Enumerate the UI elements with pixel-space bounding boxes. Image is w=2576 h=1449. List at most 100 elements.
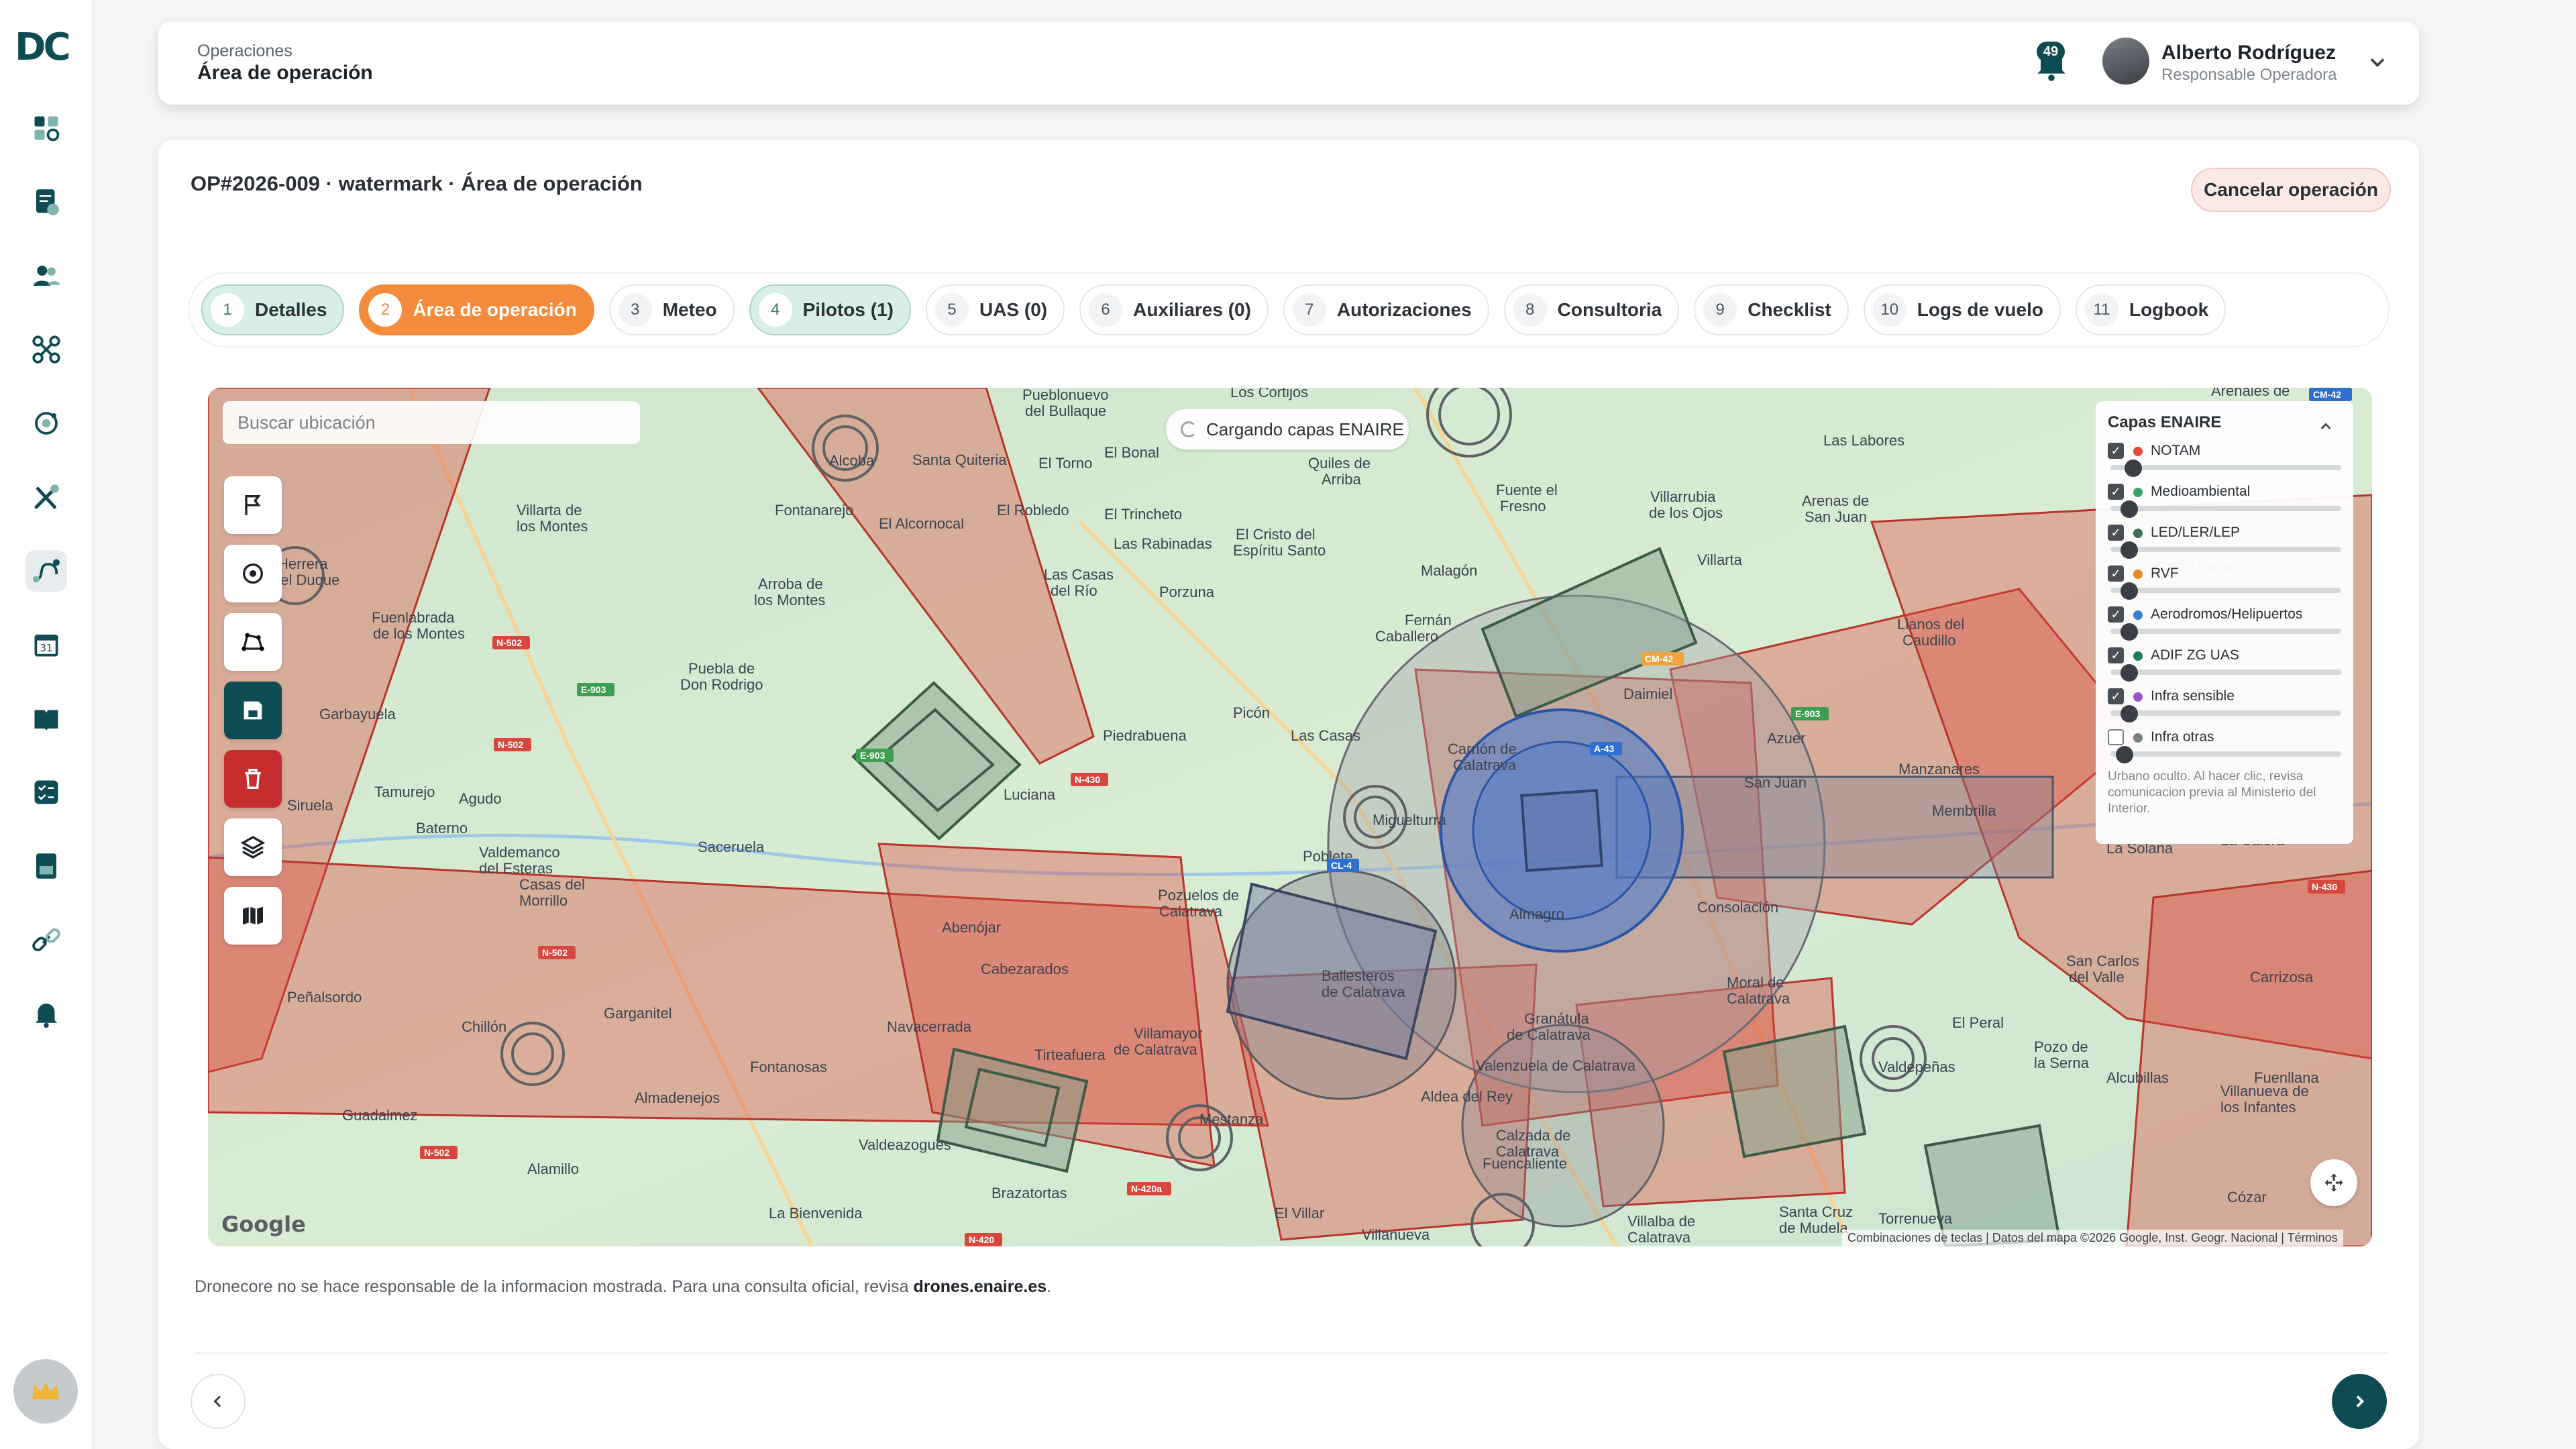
tools-icon[interactable] xyxy=(25,476,67,518)
svg-text:Valdeazogues: Valdeazogues xyxy=(859,1136,951,1153)
tab-auxiliares-0[interactable]: 6 Auxiliares (0) xyxy=(1079,284,1269,335)
svg-text:Tamurejo: Tamurejo xyxy=(374,784,435,800)
enaire-link[interactable]: drones.enaire.es xyxy=(913,1277,1046,1296)
svg-text:Carrión de: Carrión de xyxy=(1448,741,1517,757)
satellite-icon[interactable] xyxy=(25,402,67,444)
logbook-icon[interactable] xyxy=(25,845,67,887)
tab-label: Consultoria xyxy=(1557,299,1662,320)
svg-text:Calatrava: Calatrava xyxy=(1453,757,1517,773)
dashboard-icon[interactable] xyxy=(25,107,67,149)
tab-checklist[interactable]: 9 Checklist xyxy=(1694,284,1849,335)
layer-checkbox[interactable]: ✓ xyxy=(2108,484,2124,500)
page-title: Área de operación xyxy=(197,62,373,84)
tab-área-de-operación[interactable]: 2 Área de operación xyxy=(359,284,594,335)
svg-text:Valenzuela de Calatrava: Valenzuela de Calatrava xyxy=(1476,1057,1636,1074)
map-icon[interactable] xyxy=(224,887,282,945)
calendar-icon[interactable]: 31 xyxy=(25,624,67,665)
opacity-slider-track[interactable] xyxy=(2110,547,2341,552)
route-icon[interactable] xyxy=(25,550,67,592)
layer-name: ADIF ZG UAS xyxy=(2151,647,2239,663)
opacity-slider-track[interactable] xyxy=(2110,710,2341,716)
svg-text:del Bullaque: del Bullaque xyxy=(1025,402,1106,419)
save-icon[interactable] xyxy=(224,682,282,739)
opacity-slider-track[interactable] xyxy=(2110,669,2341,675)
opacity-slider-track[interactable] xyxy=(2110,465,2341,470)
svg-text:de Mudela: de Mudela xyxy=(1779,1220,1849,1236)
layer-checkbox[interactable]: ✓ xyxy=(2108,566,2124,582)
layer-checkbox[interactable]: ✓ xyxy=(2108,688,2124,704)
tab-logbook[interactable]: 11 Logbook xyxy=(2075,284,2226,335)
bell-icon[interactable] xyxy=(25,993,67,1034)
trash-icon[interactable] xyxy=(224,750,282,808)
map-layers[interactable]: Santa Quiteria Fontanarejo El Alcornocal V… xyxy=(208,388,2372,1246)
svg-text:Garganitel: Garganitel xyxy=(604,1005,672,1022)
document-check-icon[interactable] xyxy=(25,181,67,223)
tab-pilotos-1[interactable]: 4 Pilotos (1) xyxy=(749,284,911,335)
team-icon[interactable] xyxy=(25,255,67,297)
tab-detalles[interactable]: 1 Detalles xyxy=(201,284,345,335)
chevron-down-icon[interactable] xyxy=(2365,50,2390,74)
map-canvas[interactable]: Santa Quiteria Fontanarejo El Alcornocal V… xyxy=(208,388,2372,1246)
layer-row[interactable]: ✓ Aerodromos/Helipuertos xyxy=(2108,596,2341,641)
app-logo[interactable]: DC xyxy=(15,25,71,69)
layer-row[interactable]: ✓ NOTAM xyxy=(2108,432,2341,477)
svg-text:Herrera: Herrera xyxy=(278,555,328,572)
layer-row[interactable]: ✓ ADIF ZG UAS xyxy=(2108,637,2341,682)
svg-text:El Trincheto: El Trincheto xyxy=(1104,506,1182,523)
layer-checkbox[interactable]: ✓ xyxy=(2108,606,2124,623)
user-name[interactable]: Alberto Rodríguez xyxy=(2161,42,2336,64)
map-attribution[interactable]: Combinaciones de teclas | Datos del mapa… xyxy=(1842,1230,2343,1246)
crown-icon[interactable] xyxy=(13,1359,78,1424)
previous-step-button[interactable] xyxy=(191,1374,246,1429)
avatar[interactable] xyxy=(2102,38,2149,85)
opacity-slider-track[interactable] xyxy=(2110,751,2341,757)
layers-icon[interactable] xyxy=(224,818,282,876)
fullscreen-icon xyxy=(2324,1173,2343,1192)
svg-text:Valdepeñas: Valdepeñas xyxy=(1878,1059,1955,1075)
svg-text:Fresno: Fresno xyxy=(1500,498,1546,515)
opacity-slider-track[interactable] xyxy=(2110,629,2341,634)
tab-uas-0[interactable]: 5 UAS (0) xyxy=(925,284,1065,335)
drone-icon[interactable] xyxy=(25,329,67,370)
layer-row[interactable]: ✓ Medioambiental xyxy=(2108,473,2341,518)
svg-text:Brazatortas: Brazatortas xyxy=(991,1185,1067,1201)
svg-text:La Bienvenida: La Bienvenida xyxy=(769,1205,863,1222)
next-step-button[interactable] xyxy=(2332,1374,2387,1429)
operation-card: OP#2026-009 · watermark · Área de operac… xyxy=(158,140,2419,1449)
svg-text:Pozo de: Pozo de xyxy=(2034,1038,2088,1055)
svg-text:Caudillo: Caudillo xyxy=(1902,632,1956,649)
opacity-slider-handle[interactable] xyxy=(2115,746,2133,763)
layer-checkbox[interactable]: ✓ xyxy=(2108,647,2124,663)
layer-checkbox[interactable]: ✓ xyxy=(2108,525,2124,541)
tab-autorizaciones[interactable]: 7 Autorizaciones xyxy=(1283,284,1489,335)
tab-label: Pilotos (1) xyxy=(802,299,894,320)
svg-text:Arriba: Arriba xyxy=(1322,471,1361,488)
svg-text:Consolación: Consolación xyxy=(1697,899,1778,916)
tab-meteo[interactable]: 3 Meteo xyxy=(608,284,735,335)
svg-text:Tirteafuera: Tirteafuera xyxy=(1034,1046,1106,1063)
opacity-slider-track[interactable] xyxy=(2110,506,2341,511)
svg-text:Baterno: Baterno xyxy=(416,820,468,837)
book-icon[interactable] xyxy=(25,698,67,739)
tab-consultoria[interactable]: 8 Consultoria xyxy=(1503,284,1680,335)
link-icon[interactable] xyxy=(25,919,67,961)
fullscreen-button[interactable] xyxy=(2310,1159,2357,1206)
loading-indicator: Cargando capas ENAIRE xyxy=(1166,409,1409,449)
circle-icon[interactable] xyxy=(224,545,282,602)
layer-checkbox[interactable] xyxy=(2108,729,2124,745)
svg-text:CL-4: CL-4 xyxy=(1331,860,1352,871)
layer-row[interactable]: Infra otras xyxy=(2108,718,2341,763)
layer-row[interactable]: ✓ RVF xyxy=(2108,555,2341,600)
polygon-icon[interactable] xyxy=(224,613,282,671)
layer-checkbox[interactable]: ✓ xyxy=(2108,443,2124,459)
layer-row[interactable]: ✓ Infra sensible xyxy=(2108,678,2341,722)
checklist-icon[interactable] xyxy=(25,771,67,813)
svg-text:Fuenlabrada: Fuenlabrada xyxy=(372,609,455,626)
layer-row[interactable]: ✓ LED/LER/LEP xyxy=(2108,514,2341,559)
tab-logs-de-vuelo[interactable]: 10 Logs de vuelo xyxy=(1863,284,2061,335)
location-search-input[interactable]: Buscar ubicación xyxy=(223,401,640,444)
svg-text:Morrillo: Morrillo xyxy=(519,892,568,909)
cancel-operation-button[interactable]: Cancelar operación xyxy=(2191,168,2391,212)
opacity-slider-track[interactable] xyxy=(2110,588,2341,593)
flag-icon[interactable] xyxy=(224,476,282,534)
